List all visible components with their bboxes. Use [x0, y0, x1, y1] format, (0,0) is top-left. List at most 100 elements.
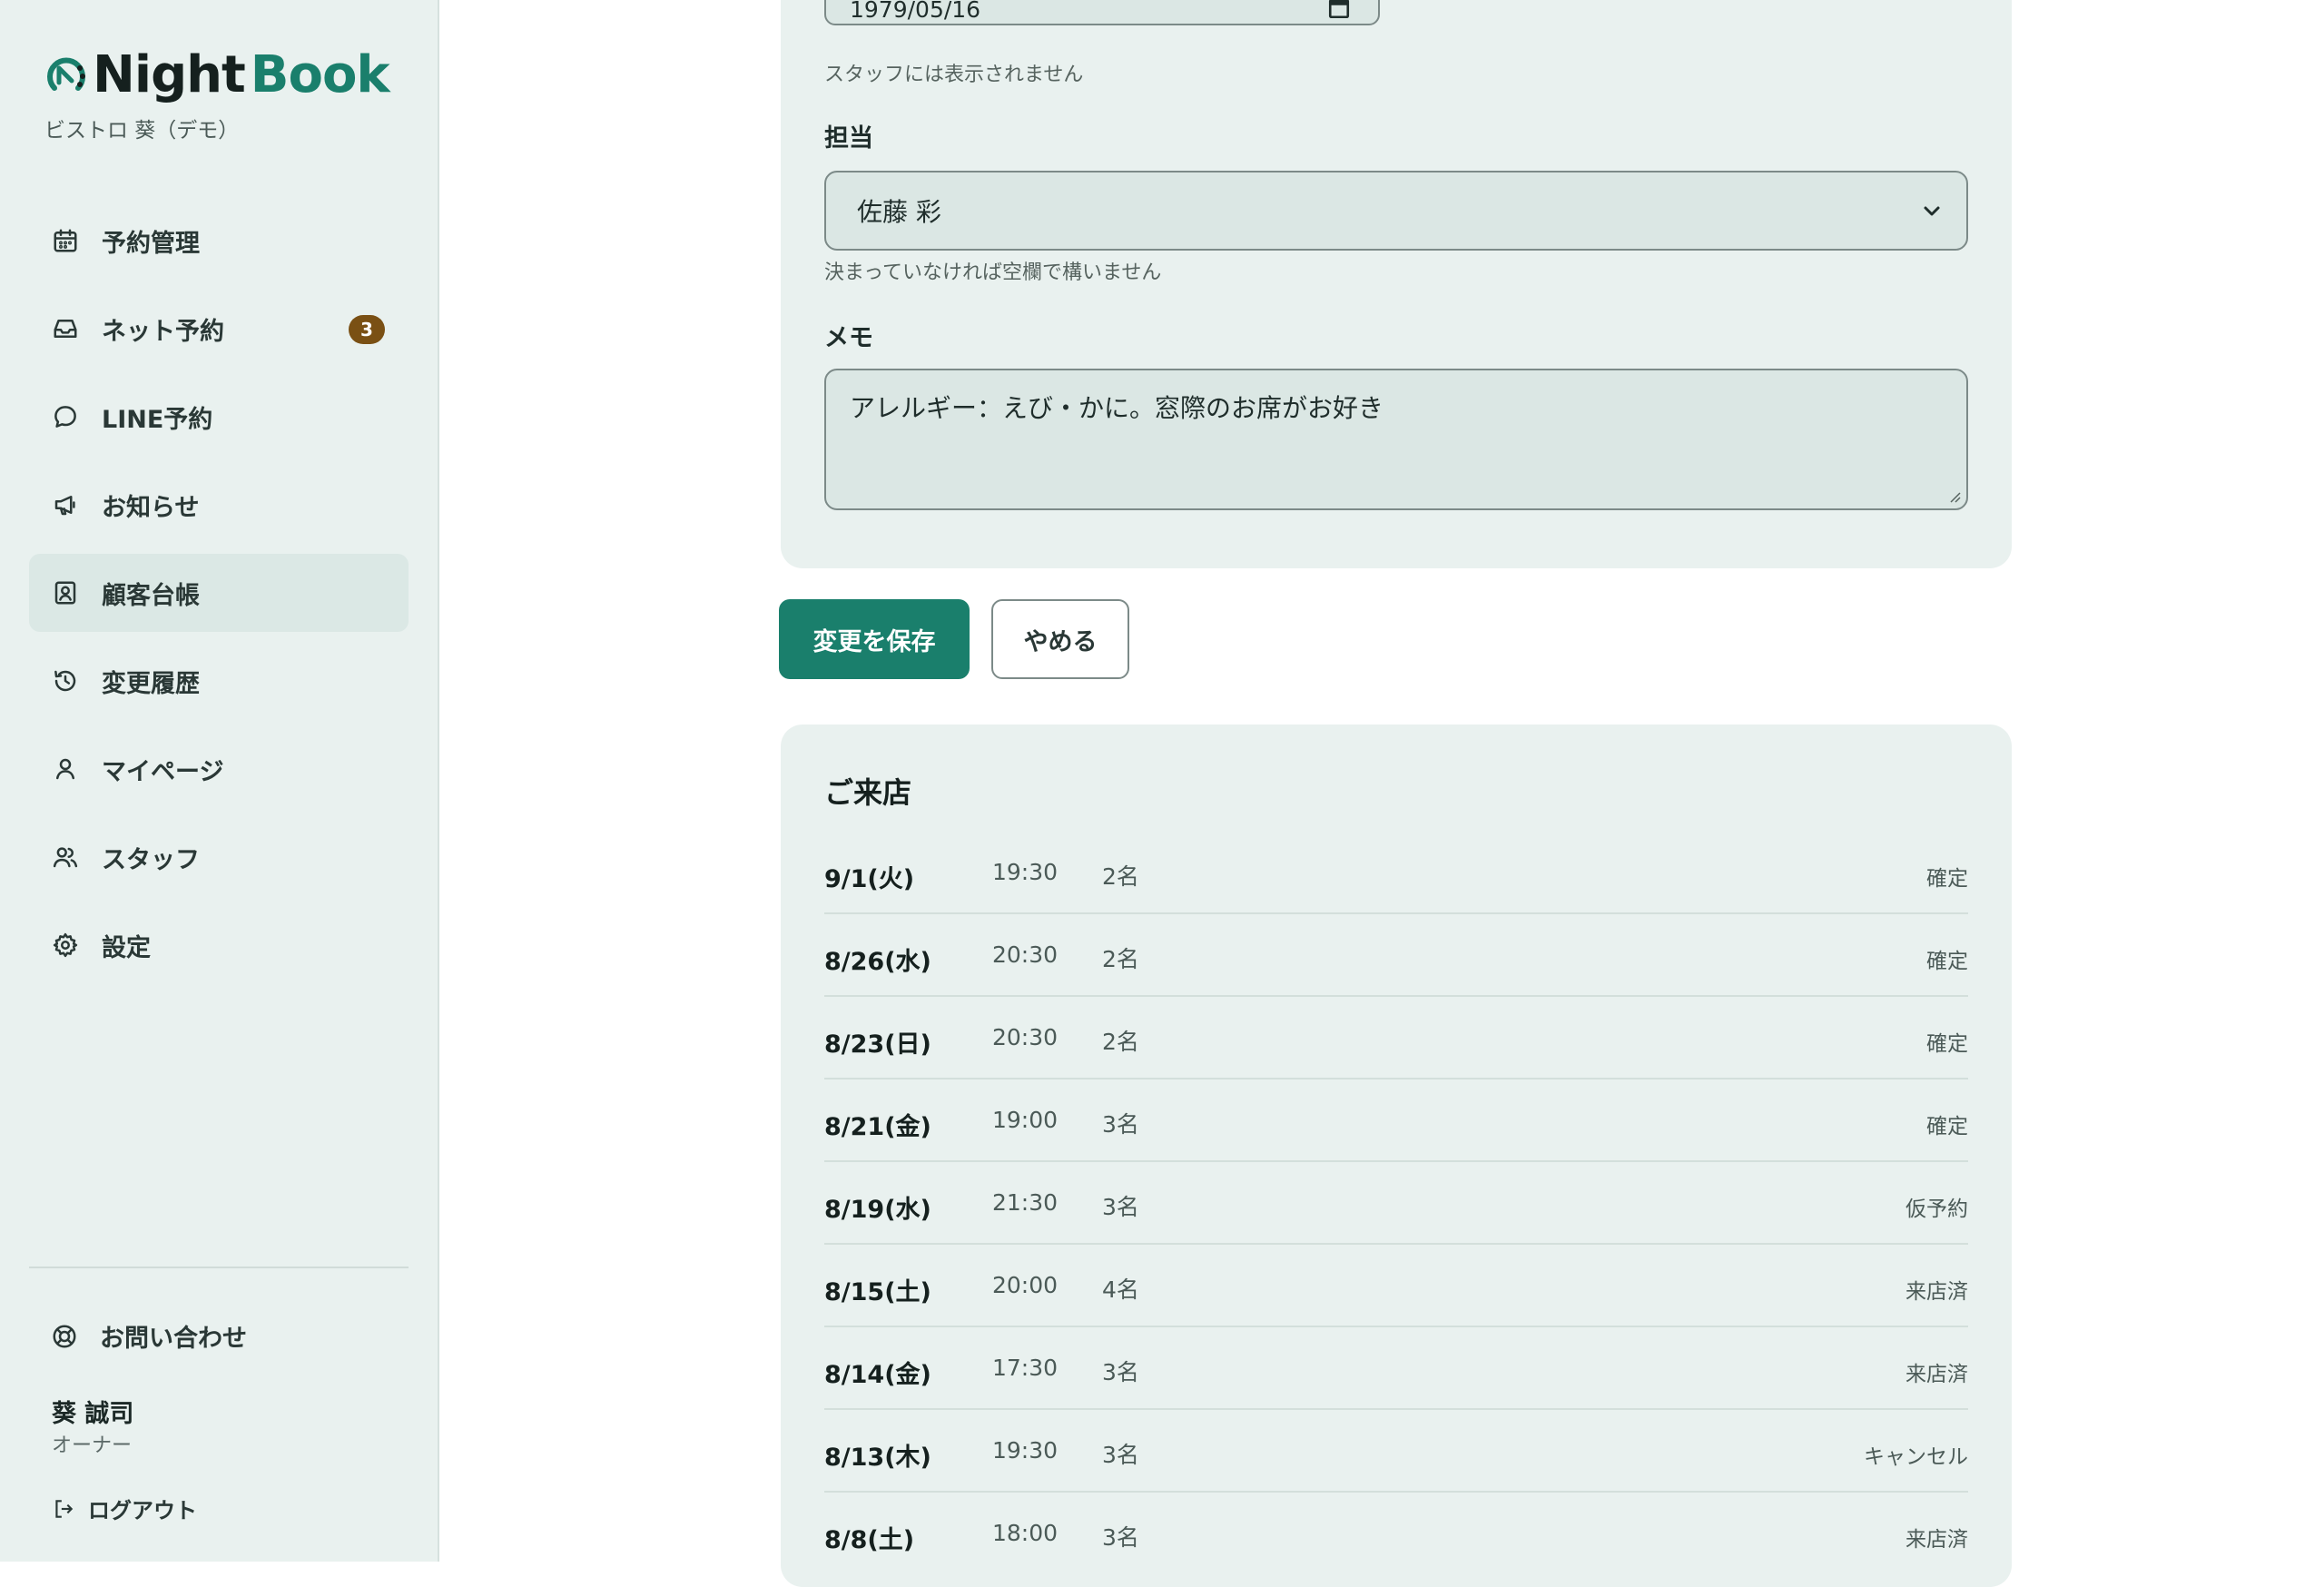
table-row[interactable]: 8/8(土) 18:00 3名 来店済	[824, 1493, 1968, 1575]
contact-label: お問い合わせ	[100, 1325, 247, 1353]
sidebar-divider	[29, 1267, 409, 1268]
visit-status: 来店済	[1905, 1363, 1968, 1386]
logout-icon	[55, 1499, 74, 1518]
visit-party-size: 3名	[1102, 1111, 1139, 1138]
visit-date: 8/13(木)	[824, 1444, 931, 1472]
sidebar-item-label: 予約管理	[102, 229, 200, 258]
visit-date: 8/8(土)	[824, 1526, 915, 1554]
staff-label: 担当	[824, 124, 873, 153]
table-row[interactable]: 8/23(日) 20:30 2名 確定	[824, 997, 1968, 1079]
chevron-down-icon	[1924, 206, 1940, 216]
visit-date: 8/14(金)	[824, 1361, 931, 1389]
notification-badge: 3	[349, 315, 385, 344]
resize-handle-icon[interactable]	[1946, 488, 1961, 503]
cancel-button[interactable]: やめる	[991, 599, 1129, 679]
visit-time: 19:30	[992, 859, 1059, 885]
visit-time: 20:30	[992, 941, 1059, 968]
calendar-picker-icon[interactable]	[1327, 0, 1351, 20]
visit-date: 8/19(水)	[824, 1196, 931, 1224]
memo-textarea[interactable]: アレルギー：えび・かに。窓際のお席がお好き	[824, 369, 1968, 510]
visit-time: 19:00	[992, 1107, 1059, 1133]
history-icon	[51, 666, 80, 695]
visit-party-size: 4名	[1102, 1276, 1139, 1303]
visit-status: 仮予約	[1905, 1198, 1968, 1221]
sidebar-item-line-reservations[interactable]: LINE予約	[29, 378, 409, 456]
lifebuoy-icon	[53, 1325, 76, 1347]
birthday-value: 1979/05/16	[850, 0, 981, 23]
visit-date: 8/15(土)	[824, 1278, 931, 1306]
table-row[interactable]: 8/13(木) 19:30 3名 キャンセル	[824, 1410, 1968, 1493]
sidebar-nav: 予約管理 ネット予約 3 LINE予約 お知らせ 顧客台帳 変更履歴 マイページ…	[29, 202, 409, 994]
sidebar-item-label: 変更履歴	[102, 669, 200, 698]
visit-time: 18:00	[992, 1520, 1059, 1546]
sidebar-item-label: スタッフ	[102, 845, 200, 874]
sidebar-item-label: 顧客台帳	[102, 581, 200, 610]
memo-label: メモ	[824, 324, 873, 352]
visit-time: 20:30	[992, 1024, 1059, 1050]
customer-form-card: 1979/05/16 スタッフには表示されません 担当 佐藤 彩 決まっていなけ…	[781, 0, 2012, 568]
visit-status: 来店済	[1905, 1528, 1968, 1552]
visit-status: 来店済	[1905, 1280, 1968, 1304]
visits-card: ご来店 9/1(火) 19:30 2名 確定 8/26(水) 20:30 2名 …	[781, 724, 2012, 1587]
visits-title: ご来店	[824, 775, 912, 810]
users-icon	[51, 843, 80, 872]
memo-value: アレルギー：えび・かに。窓際のお席がお好き	[850, 393, 1384, 423]
sidebar-item-label: LINE予約	[102, 405, 213, 434]
table-row[interactable]: 8/19(水) 21:30 3名 仮予約	[824, 1162, 1968, 1245]
sidebar: Night Book ビストロ 葵（デモ） 予約管理 ネット予約 3 LINE予…	[0, 0, 439, 1562]
staff-hint: 決まっていなければ空欄で構いません	[824, 261, 1162, 284]
visit-party-size: 2名	[1102, 946, 1139, 972]
visit-date: 8/23(日)	[824, 1030, 931, 1059]
staff-select[interactable]: 佐藤 彩	[824, 171, 1968, 251]
sidebar-item-label: 設定	[102, 933, 151, 962]
brand-name-book: Book	[250, 45, 390, 104]
megaphone-icon	[51, 490, 80, 519]
birthday-input[interactable]: 1979/05/16	[824, 0, 1380, 25]
visit-time: 21:30	[992, 1189, 1059, 1216]
table-row[interactable]: 8/15(土) 20:00 4名 来店済	[824, 1245, 1968, 1327]
table-row[interactable]: 8/21(金) 19:00 3名 確定	[824, 1079, 1968, 1162]
visit-status: キャンセル	[1864, 1445, 1968, 1469]
visit-party-size: 2名	[1102, 1029, 1139, 1055]
visit-party-size: 3名	[1102, 1194, 1139, 1220]
brand-name-night: Night	[93, 45, 246, 104]
sidebar-item-online-reservations[interactable]: ネット予約 3	[29, 290, 409, 368]
sidebar-item-label: お知らせ	[102, 493, 200, 522]
sidebar-item-reservations[interactable]: 予約管理	[29, 202, 409, 280]
visit-date: 8/26(水)	[824, 948, 931, 976]
sidebar-item-customer-ledger[interactable]: 顧客台帳	[29, 554, 409, 632]
staff-select-value: 佐藤 彩	[857, 197, 941, 227]
visit-party-size: 3名	[1102, 1359, 1139, 1385]
logout-button[interactable]: ログアウト	[52, 1493, 197, 1524]
calendar-icon	[51, 226, 80, 255]
birthday-hint: スタッフには表示されません	[824, 64, 1084, 86]
visit-status: 確定	[1926, 1115, 1968, 1138]
sidebar-item-change-history[interactable]: 変更履歴	[29, 642, 409, 720]
visit-status: 確定	[1926, 950, 1968, 973]
sidebar-item-label: マイページ	[102, 757, 224, 786]
current-user-role: オーナー	[52, 1434, 133, 1457]
inbox-icon	[51, 314, 80, 343]
table-row[interactable]: 8/26(水) 20:30 2名 確定	[824, 914, 1968, 997]
visit-time: 20:00	[992, 1272, 1059, 1298]
contact-card-icon	[51, 578, 80, 607]
sidebar-item-my-page[interactable]: マイページ	[29, 730, 409, 808]
visit-status: 確定	[1926, 867, 1968, 891]
contact-link[interactable]: お問い合わせ	[51, 1318, 247, 1354]
sidebar-item-label: ネット予約	[102, 317, 224, 346]
visit-party-size: 3名	[1102, 1442, 1139, 1468]
brand-logo[interactable]: Night Book	[42, 45, 390, 104]
table-row[interactable]: 8/14(金) 17:30 3名 来店済	[824, 1327, 1968, 1410]
save-changes-button[interactable]: 変更を保存	[779, 599, 970, 679]
visit-time: 17:30	[992, 1355, 1059, 1381]
sidebar-item-settings[interactable]: 設定	[29, 906, 409, 984]
visit-list: 9/1(火) 19:30 2名 確定 8/26(水) 20:30 2名 確定 8…	[824, 832, 1968, 1575]
sidebar-item-announcements[interactable]: お知らせ	[29, 466, 409, 544]
organization-name: ビストロ 葵（デモ）	[44, 119, 240, 143]
visit-time: 19:30	[992, 1437, 1059, 1464]
table-row[interactable]: 9/1(火) 19:30 2名 確定	[824, 832, 1968, 914]
sidebar-item-staff[interactable]: スタッフ	[29, 818, 409, 896]
logout-label: ログアウト	[88, 1498, 197, 1523]
visit-party-size: 2名	[1102, 863, 1139, 890]
current-user-name: 葵 誠司	[52, 1400, 134, 1428]
